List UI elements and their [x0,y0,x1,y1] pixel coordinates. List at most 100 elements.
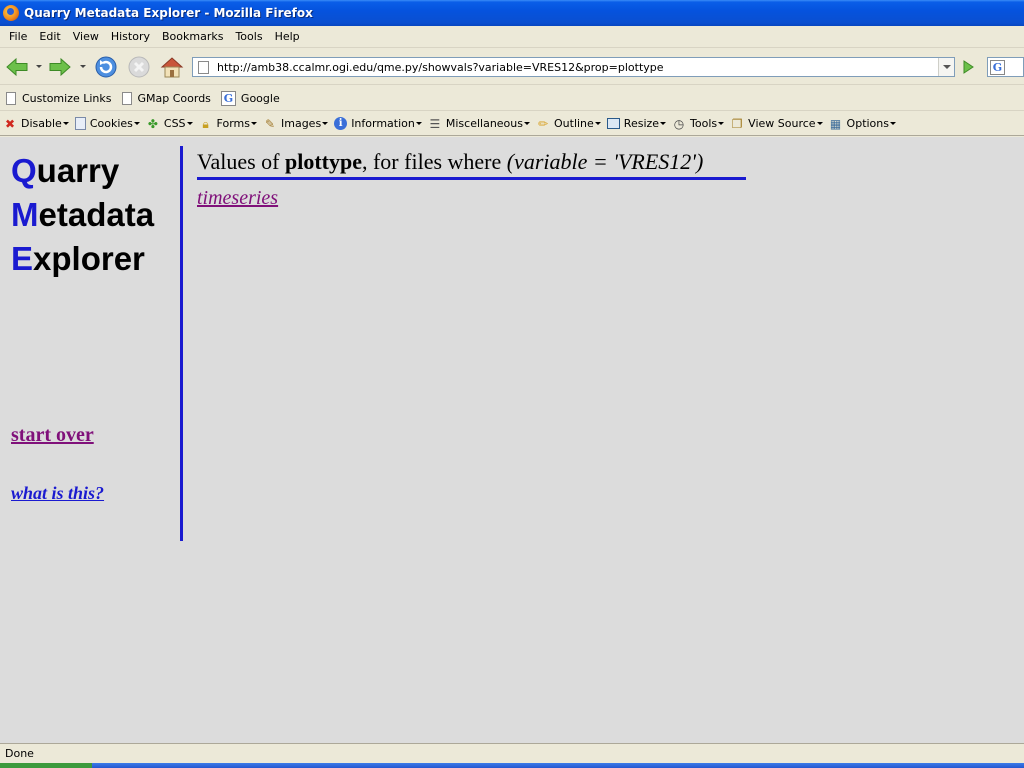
resize-icon [606,118,620,129]
outline-icon: ✏ [537,116,549,131]
app-title-line-metadata: Metadata [11,193,154,237]
bookmark-label: GMap Coords [137,91,211,105]
dev-menu-images[interactable]: ✎ Images [263,116,329,131]
status-text: Done [5,747,34,760]
go-button[interactable] [957,57,979,77]
dev-menu-cookies[interactable]: Cookies [74,117,140,130]
chevron-down-icon [942,65,951,69]
caret-down-icon [62,122,69,125]
bookmark-google[interactable]: G Google [220,90,280,106]
caret-down-icon [186,122,193,125]
dev-menu-miscellaneous[interactable]: ☰ Miscellaneous [428,117,530,131]
google-search-engine-icon[interactable]: G [990,59,1005,75]
title-initial: E [11,240,34,277]
title-rest: etadata [38,196,155,233]
value-link-timeseries[interactable]: timeseries [197,187,278,210]
dev-menu-label: Options [846,117,889,130]
view-source-icon: ❐ [731,116,743,131]
dev-menu-forms[interactable]: 🔒︎ Forms [199,117,257,131]
cookies-icon [74,117,86,130]
bookmark-customize-links[interactable]: Customize Links [6,91,112,105]
menu-history[interactable]: History [105,30,156,43]
start-over-link[interactable]: start over [11,424,94,447]
address-history-dropdown[interactable] [938,58,954,76]
dev-menu-disable[interactable]: ✖ Disable [3,117,69,131]
title-initial: M [11,196,39,233]
menu-help[interactable]: Help [269,30,306,43]
sidebar-divider [180,146,183,541]
page-heading: Values of plottype, for files where (var… [197,149,746,180]
dev-menu-css[interactable]: ✤ CSS [146,117,193,131]
menu-view[interactable]: View [67,30,105,43]
dev-menu-view-source[interactable]: ❐ View Source [730,116,823,131]
heading-middle: , for files where [361,149,507,174]
menu-bookmarks[interactable]: Bookmarks [156,30,229,43]
heading-prefix: Values of [197,149,285,174]
what-is-this-link[interactable]: what is this? [11,483,104,504]
caret-down-icon [133,122,140,125]
address-url[interactable]: http://amb38.ccalmr.ogi.edu/qme.py/showv… [217,61,664,74]
back-button[interactable] [4,54,30,80]
forward-button[interactable] [47,54,73,80]
google-icon: G [220,90,236,106]
dev-menu-label: View Source [748,117,816,130]
caret-down-icon [594,122,601,125]
app-title: Quarry Metadata Explorer [11,149,154,281]
search-box[interactable]: G [987,57,1024,77]
home-button[interactable] [159,54,185,80]
forward-history-dropdown[interactable] [80,65,86,68]
caret-down-icon [524,122,530,125]
caret-down-icon [816,122,823,125]
dev-menu-resize[interactable]: Resize [606,117,667,130]
window-title: Quarry Metadata Explorer - Mozilla Firef… [24,6,313,20]
windows-taskbar [0,763,1024,768]
bookmark-label: Customize Links [22,91,112,105]
dev-menu-label: Cookies [89,117,133,130]
back-history-dropdown[interactable] [36,65,42,68]
window-title-bar[interactable]: Quarry Metadata Explorer - Mozilla Firef… [0,0,1024,26]
home-icon [160,57,184,78]
address-bar[interactable]: http://amb38.ccalmr.ogi.edu/qme.py/showv… [192,57,955,77]
images-icon: ✎ [264,116,276,131]
bookmark-label: Google [240,91,280,105]
dev-menu-label: Tools [690,117,718,130]
page-icon [6,91,16,105]
menu-edit[interactable]: Edit [33,30,66,43]
forward-arrow-icon [49,57,71,77]
dev-menu-tools[interactable]: ◷ Tools [672,116,725,131]
caret-down-icon [415,122,422,125]
dev-menu-label: Miscellaneous [445,117,523,130]
page-icon [121,91,132,105]
caret-down-icon [890,122,896,125]
page-favicon-icon [198,60,209,74]
menu-file[interactable]: File [3,30,33,43]
app-title-line-explorer: Explorer [11,237,154,281]
dev-menu-options[interactable]: ▦ Options [829,117,896,131]
reload-button[interactable] [93,54,119,80]
tools-icon: ◷ [673,116,685,131]
dev-menu-outline[interactable]: ✏ Outline [536,117,601,131]
menu-tools[interactable]: Tools [229,30,268,43]
information-icon: i [334,117,348,130]
stop-icon [128,56,150,78]
status-bar: Done [0,743,1024,763]
menu-bar: File Edit View History Bookmarks Tools H… [0,26,1024,48]
dev-menu-label: Resize [623,117,660,130]
bookmark-gmap-coords[interactable]: GMap Coords [121,91,211,105]
start-button[interactable] [0,763,92,768]
dev-menu-label: Images [281,117,322,130]
dev-menu-label: Forms [216,117,250,130]
caret-down-icon [251,122,257,125]
reload-icon [95,56,117,78]
go-arrow-icon [963,60,974,74]
web-developer-toolbar: ✖ Disable Cookies ✤ CSS 🔒︎ Forms ✎ Image… [0,112,1024,136]
heading-property: plottype [284,149,362,174]
dev-menu-label: Disable [21,117,62,130]
title-rest: uarry [36,152,120,189]
css-icon: ✤ [147,116,158,131]
caret-down-icon [718,122,725,125]
dev-menu-information[interactable]: i Information [334,117,422,130]
miscellaneous-icon: ☰ [429,116,441,131]
stop-button[interactable] [126,54,152,80]
dev-menu-label: CSS [163,117,186,130]
